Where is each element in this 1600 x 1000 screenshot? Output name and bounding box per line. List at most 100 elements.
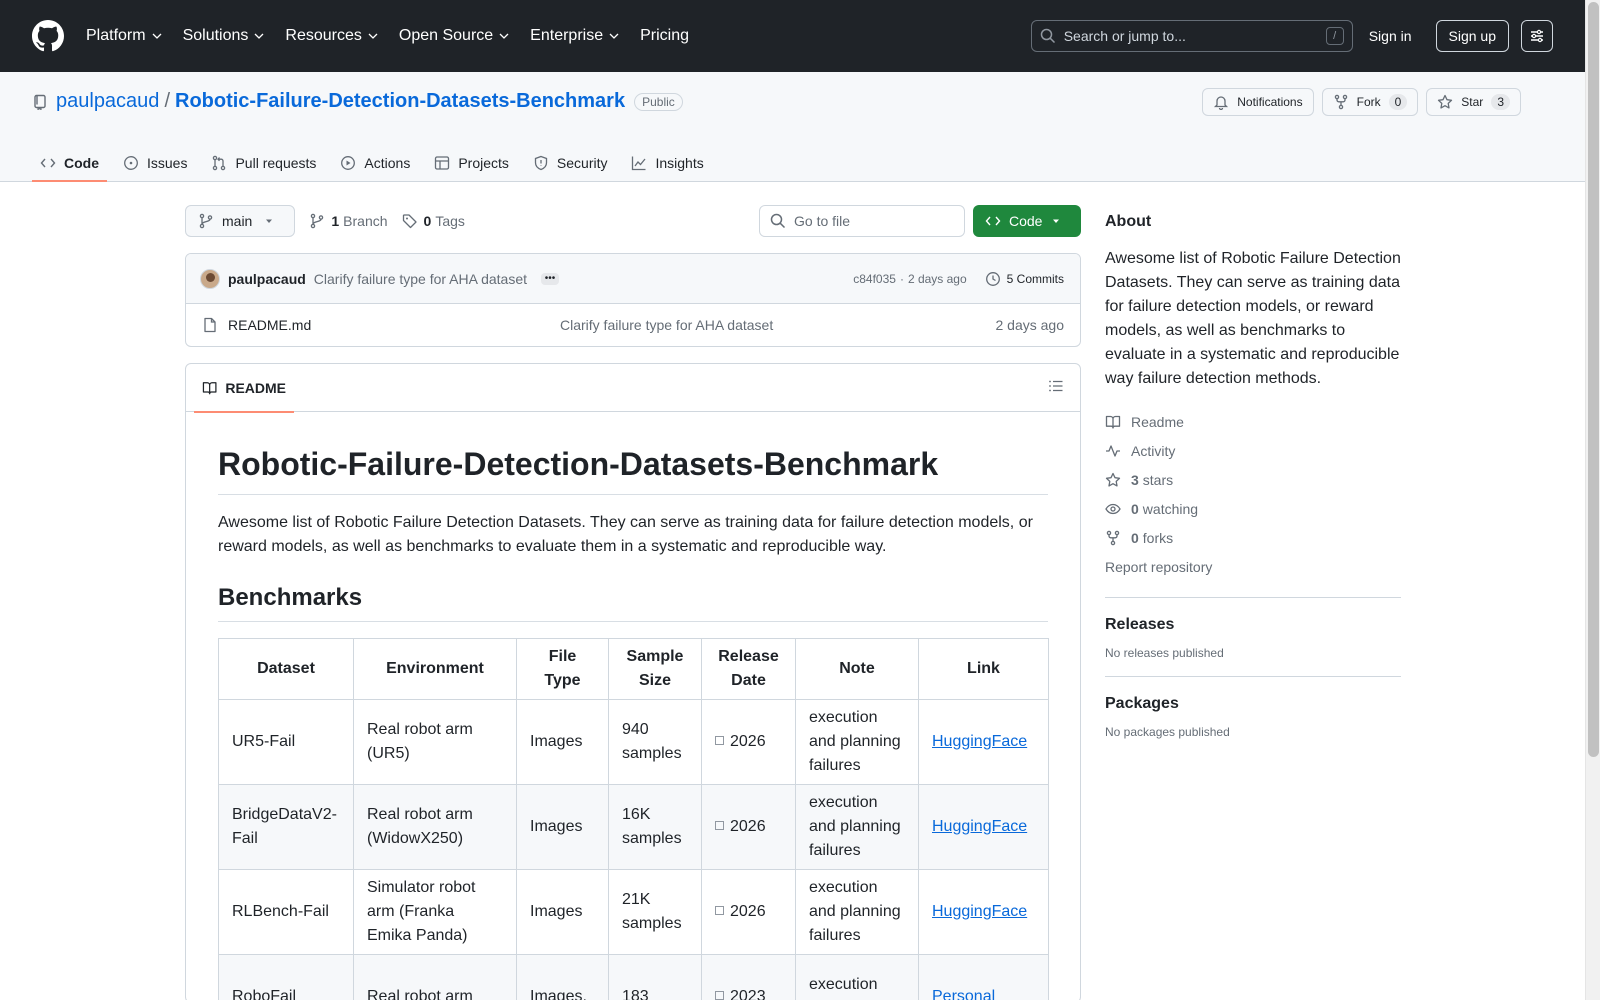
chevron-down-icon <box>499 33 509 39</box>
issue-icon <box>124 156 138 170</box>
sign-in-link[interactable]: Sign in <box>1369 28 1412 44</box>
fork-count: 0 <box>1388 94 1408 110</box>
notifications-button[interactable]: Notifications <box>1202 88 1314 116</box>
nav-enterprise[interactable]: Enterprise <box>530 27 619 45</box>
latest-commit: paulpacaud Clarify failure type for AHA … <box>186 254 1080 304</box>
cell-environment: Real robot arm (UR5) <box>353 699 517 785</box>
tags-link[interactable]: 0 Tags <box>402 213 465 229</box>
command-menu-button[interactable] <box>1521 20 1553 52</box>
commit-meta: c84f035 · 2 days ago 5 Commits <box>853 271 1064 287</box>
tab-actions[interactable]: Actions <box>332 144 418 182</box>
dataset-link[interactable]: HuggingFace <box>932 733 1027 750</box>
packages-heading[interactable]: Packages <box>1105 695 1401 713</box>
tab-pull-requests[interactable]: Pull requests <box>203 144 324 182</box>
tab-issues[interactable]: Issues <box>115 144 195 182</box>
commit-author-link[interactable]: paulpacaud <box>228 271 306 287</box>
watchers-link[interactable]: 0 watching <box>1105 494 1401 523</box>
releases-heading[interactable]: Releases <box>1105 616 1401 634</box>
table-row[interactable]: README.md Clarify failure type for AHA d… <box>186 304 1080 346</box>
search-icon <box>770 213 786 229</box>
cell-link: HuggingFace <box>918 699 1049 785</box>
dataset-link[interactable]: HuggingFace <box>932 903 1027 920</box>
stars-label: stars <box>1142 471 1174 488</box>
commit-sha[interactable]: c84f035 <box>853 272 896 286</box>
sidebar-divider <box>1105 676 1401 677</box>
calendar-icon <box>715 821 724 830</box>
tab-projects[interactable]: Projects <box>426 144 517 182</box>
cell-dataset: UR5-Fail <box>218 699 354 785</box>
star-button[interactable]: Star 3 <box>1426 88 1521 116</box>
cell-release-date: 2026 <box>701 699 796 785</box>
fork-icon <box>1106 530 1120 545</box>
branch-count: 1 <box>331 213 340 229</box>
file-browser: main 1 Branch 0 Tags Go to file Code pau… <box>185 205 1081 1000</box>
report-repository-link[interactable]: Report repository <box>1105 552 1401 581</box>
page-scrollbar[interactable] <box>1585 0 1600 1000</box>
commits-history-link[interactable]: 5 Commits <box>985 271 1064 287</box>
scrollbar-thumb[interactable] <box>1588 2 1599 757</box>
code-icon <box>40 158 56 168</box>
outline-button[interactable] <box>1048 378 1064 397</box>
nav-platform[interactable]: Platform <box>86 27 162 45</box>
chevron-down-icon <box>152 33 162 39</box>
readme-panel: README Robotic-Failure-Detection-Dataset… <box>185 363 1081 1000</box>
tab-security[interactable]: Security <box>525 144 616 182</box>
tab-readme[interactable]: README <box>194 364 294 413</box>
release-year: 2026 <box>730 733 766 750</box>
cell-note: execution and planning failures <box>795 784 919 870</box>
history-icon <box>985 271 1000 286</box>
dataset-link[interactable]: Personal <box>932 988 995 1000</box>
file-list: paulpacaud Clarify failure type for AHA … <box>185 253 1081 347</box>
sign-up-button[interactable]: Sign up <box>1435 20 1509 52</box>
go-to-file-input[interactable]: Go to file <box>759 205 965 237</box>
github-logo-icon[interactable] <box>32 20 64 52</box>
book-icon <box>202 381 217 394</box>
tab-label: Security <box>556 155 608 171</box>
forks-link[interactable]: 0 forks <box>1105 523 1401 552</box>
global-search-input[interactable]: Search or jump to... / <box>1030 20 1353 52</box>
cell-dataset: RLBench-Fail <box>218 869 354 955</box>
star-icon <box>1438 94 1453 109</box>
nav-open-source[interactable]: Open Source <box>399 27 509 45</box>
nav-solutions[interactable]: Solutions <box>183 27 265 45</box>
commit-message-link[interactable]: Clarify failure type for AHA dataset <box>314 271 527 287</box>
repo-owner-link[interactable]: paulpacaud <box>56 90 159 113</box>
activity-link[interactable]: Activity <box>1105 436 1401 465</box>
no-packages-text: No packages published <box>1105 725 1230 739</box>
file-name-link[interactable]: README.md <box>228 317 560 333</box>
chevron-down-icon <box>609 33 619 39</box>
stars-count: 3 <box>1131 471 1139 488</box>
expand-commit-button[interactable]: ••• <box>541 272 560 285</box>
readme-link[interactable]: Readme <box>1105 407 1401 436</box>
tag-label: Tags <box>435 213 465 229</box>
cell-file-type: Images, <box>516 954 609 1000</box>
stars-link[interactable]: 3 stars <box>1105 465 1401 494</box>
tab-insights[interactable]: Insights <box>623 144 711 182</box>
nav-pricing[interactable]: Pricing <box>640 27 689 45</box>
file-commit-message[interactable]: Clarify failure type for AHA dataset <box>560 317 996 333</box>
code-dropdown-button[interactable]: Code <box>973 205 1081 237</box>
graph-icon <box>632 156 646 171</box>
cell-environment: Real robot arm (WidowX250) <box>353 784 517 870</box>
fork-button[interactable]: Fork 0 <box>1321 88 1419 116</box>
table-header-row: Dataset Environment File Type Sample Siz… <box>218 638 1049 700</box>
branches-link[interactable]: 1 Branch <box>309 213 388 229</box>
repo-actions: Notifications Fork 0 Star 3 <box>1194 88 1521 116</box>
book-icon <box>1105 415 1121 429</box>
cell-sample-size: 183 <box>608 954 702 1000</box>
cell-sample-size: 16K samples <box>608 784 702 870</box>
nav-resources[interactable]: Resources <box>285 27 378 45</box>
branch-selector[interactable]: main <box>185 205 296 237</box>
file-icon <box>204 317 216 333</box>
fork-icon <box>1334 94 1347 110</box>
notifications-label: Notifications <box>1237 95 1303 109</box>
repo-name-link[interactable]: Robotic-Failure-Detection-Datasets-Bench… <box>175 90 625 113</box>
table-icon <box>435 156 450 170</box>
avatar[interactable] <box>200 268 220 289</box>
nav-label: Enterprise <box>530 27 604 44</box>
column-header: Environment <box>353 638 517 700</box>
tab-code[interactable]: Code <box>32 144 107 182</box>
search-placeholder: Search or jump to... <box>1063 28 1186 44</box>
dataset-link[interactable]: HuggingFace <box>932 818 1027 835</box>
watching-label: watching <box>1142 500 1199 517</box>
